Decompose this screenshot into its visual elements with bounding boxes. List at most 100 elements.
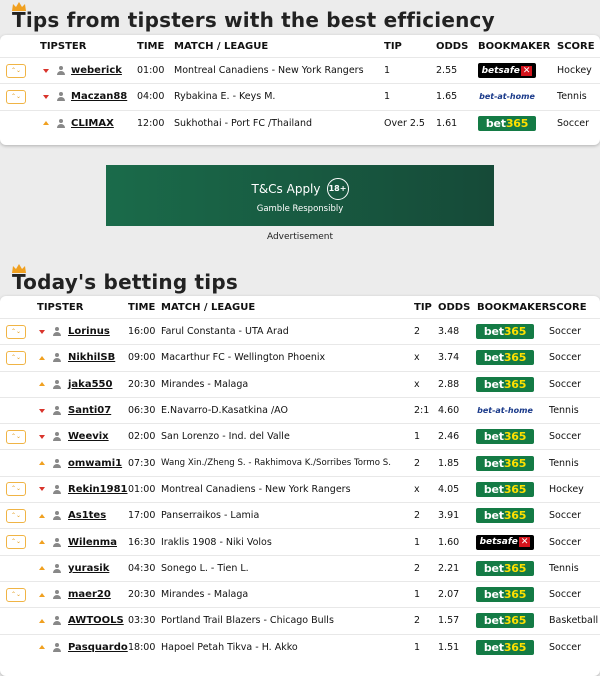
sport-label: Soccer [549, 378, 582, 390]
tipster-link[interactable]: NikhilSB [68, 352, 115, 363]
user-icon [57, 92, 65, 102]
tipster-link[interactable]: Maczan88 [71, 91, 127, 102]
bookmaker-bet365-logo[interactable]: bet 365 [476, 455, 534, 471]
arrow-up-icon [39, 513, 45, 518]
tipster-link[interactable]: Rekin1981 [68, 484, 128, 495]
chevron-double-icon: ⌃⌄ [10, 485, 22, 493]
arrow-up-icon [39, 382, 45, 387]
match-time: 18:00 [128, 641, 156, 653]
tipster-link[interactable]: As1tes [68, 510, 106, 521]
bookmaker-bet-at-home-logo[interactable]: bet-at-home [476, 403, 534, 419]
column-header-score: SCORE [557, 40, 595, 52]
tip-value: 2 [414, 326, 421, 338]
column-header-odds: ODDS [438, 301, 471, 313]
tipster-link[interactable]: maer20 [68, 589, 111, 600]
table-row[interactable]: Pasquardo 18:00 Hapoel Petah Tikva - H. Ak… [0, 633, 600, 660]
bookmaker-bet365-logo[interactable]: bet 365 [476, 481, 534, 497]
arrow-up-icon [39, 355, 45, 360]
expand-button[interactable]: ⌃⌄ [6, 324, 26, 339]
expand-button[interactable]: ⌃⌄ [6, 89, 26, 104]
table-row[interactable]: ⌃⌄ Maczan88 04:00 Rybakina E. - Keys M. 1 1.6… [0, 83, 600, 109]
sport-label: Tennis [549, 457, 579, 469]
arrow-down-icon [39, 408, 45, 413]
bookmaker-bet365-logo[interactable]: bet 365 [476, 429, 534, 445]
advertisement-banner[interactable]: T&Cs Apply 18+ Gamble Responsibly [106, 165, 494, 226]
tipster-link[interactable]: Wilenma [68, 537, 117, 548]
match-name: Sonego L. - Tien L. [161, 562, 249, 574]
crown-icon [12, 264, 26, 273]
tipster-link[interactable]: jaka550 [68, 379, 112, 390]
section-title-best-efficiency: Tips from tipsters with the best efficie… [12, 2, 495, 32]
tipster-link[interactable]: yurasik [68, 563, 109, 574]
bookmaker-bet365-logo[interactable]: bet 365 [476, 350, 534, 366]
match-name: Macarthur FC - Wellington Phoenix [161, 352, 326, 364]
sport-label: Soccer [557, 117, 590, 129]
table-row[interactable]: ⌃⌄ Rekin1981 01:00 Montreal Canadiens - New… [0, 475, 600, 502]
tipster-link[interactable]: omwami1 [68, 458, 122, 469]
match-time: 20:30 [128, 378, 156, 390]
expand-button[interactable]: ⌃⌄ [6, 429, 26, 444]
tipster-link[interactable]: Lorinus [68, 326, 110, 337]
tipster-link[interactable]: weberick [71, 65, 122, 76]
table-row[interactable]: yurasik 04:30 Sonego L. - Tien L. 2 2.21 bet 3… [0, 554, 600, 581]
table-row[interactable]: jaka550 20:30 Mirandes - Malaga x 2.88 bet 365… [0, 370, 600, 397]
table-row[interactable]: AWTOOLS 03:30 Portland Trail Blazers - Chi… [0, 607, 600, 633]
table-row[interactable]: ⌃⌄ Wilenma 16:30 Iraklis 1908 - Niki Volos 1… [0, 528, 600, 554]
expand-button[interactable]: ⌃⌄ [6, 508, 26, 523]
tipster-link[interactable]: Pasquardo [68, 642, 128, 653]
table-row[interactable]: Santi07 06:30 E.Navarro-D.Kasatkina /AO 2:1… [0, 396, 600, 423]
chevron-double-icon: ⌃⌄ [10, 538, 22, 546]
match-name: Wang Xin./Zheng S. - Rakhimova K./Sorrib… [161, 458, 391, 469]
expand-button[interactable]: ⌃⌄ [6, 350, 26, 365]
bookmaker-bet-at-home-logo[interactable]: bet-at-home [478, 89, 536, 105]
table-row[interactable]: ⌃⌄ weberick 01:00 Montreal Canadiens - New … [0, 57, 600, 83]
tipster-link[interactable]: Santi07 [68, 405, 111, 416]
table-row[interactable]: omwami1 07:30 Wang Xin./Zheng S. - Rakhimo… [0, 449, 600, 475]
sport-label: Soccer [549, 326, 582, 338]
advertisement-label: Advertisement [266, 232, 334, 242]
sport-label: Soccer [549, 510, 582, 522]
table-row[interactable]: ⌃⌄ Weevix 02:00 San Lorenzo - Ind. del Vall… [0, 423, 600, 449]
bookmaker-bet365-logo[interactable]: bet 365 [476, 613, 534, 629]
expand-button[interactable]: ⌃⌄ [6, 482, 26, 497]
sport-label: Soccer [549, 641, 582, 653]
table-row[interactable]: ⌃⌄ NikhilSB 09:00 Macarthur FC - Wellington… [0, 344, 600, 370]
odds-value: 2.55 [436, 65, 458, 77]
bookmaker-bet365-logo[interactable]: bet 365 [476, 639, 534, 655]
bookmaker-bet365-logo[interactable]: bet 365 [476, 508, 534, 524]
tipster-link[interactable]: AWTOOLS [68, 615, 124, 626]
expand-button[interactable]: ⌃⌄ [6, 535, 26, 550]
tipster-link[interactable]: Weevix [68, 431, 109, 442]
tipster-link[interactable]: CLIMAX [71, 118, 114, 129]
match-name: San Lorenzo - Ind. del Valle [161, 431, 290, 443]
match-name: Farul Constanta - UTA Arad [161, 326, 289, 338]
match-time: 01:00 [128, 483, 156, 495]
bookmaker-betsafe-logo[interactable]: betsafe ✕ [478, 63, 536, 79]
odds-value: 2.07 [438, 589, 460, 601]
section-title-todays-tips: Today's betting tips [12, 264, 238, 294]
user-icon [53, 511, 61, 521]
match-time: 07:30 [128, 457, 156, 469]
match-time: 03:30 [128, 615, 156, 627]
table-row[interactable]: ⌃⌄ Lorinus 16:00 Farul Constanta - UTA Arad… [0, 318, 600, 344]
arrow-down-icon [39, 487, 45, 492]
bookmaker-betsafe-logo[interactable]: betsafe ✕ [476, 534, 534, 550]
tip-value: 1 [384, 91, 391, 103]
table-row[interactable]: CLIMAX 12:00 Sukhothai - Port FC /Thailand… [0, 109, 600, 136]
table-row[interactable]: ⌃⌄ maer20 20:30 Mirandes - Malaga 1 2.07 bet 36… [0, 580, 600, 607]
user-icon [53, 406, 61, 416]
user-icon [53, 353, 61, 363]
bookmaker-bet365-logo[interactable]: bet 365 [476, 324, 534, 340]
odds-value: 1.60 [438, 536, 460, 548]
bookmaker-bet365-logo[interactable]: bet 365 [478, 115, 536, 131]
user-icon [53, 484, 61, 494]
expand-button[interactable]: ⌃⌄ [6, 63, 26, 78]
bookmaker-bet365-logo[interactable]: bet 365 [476, 560, 534, 576]
tip-value: 2 [414, 457, 421, 469]
expand-button[interactable]: ⌃⌄ [6, 587, 26, 602]
match-name: Mirandes - Malaga [161, 378, 249, 390]
bookmaker-bet365-logo[interactable]: bet 365 [476, 587, 534, 603]
bookmaker-bet365-logo[interactable]: bet 365 [476, 376, 534, 392]
table-row[interactable]: ⌃⌄ As1tes 17:00 Panserraikos - Lamia 2 3.91 be… [0, 502, 600, 528]
match-name: Panserraikos - Lamia [161, 510, 260, 522]
